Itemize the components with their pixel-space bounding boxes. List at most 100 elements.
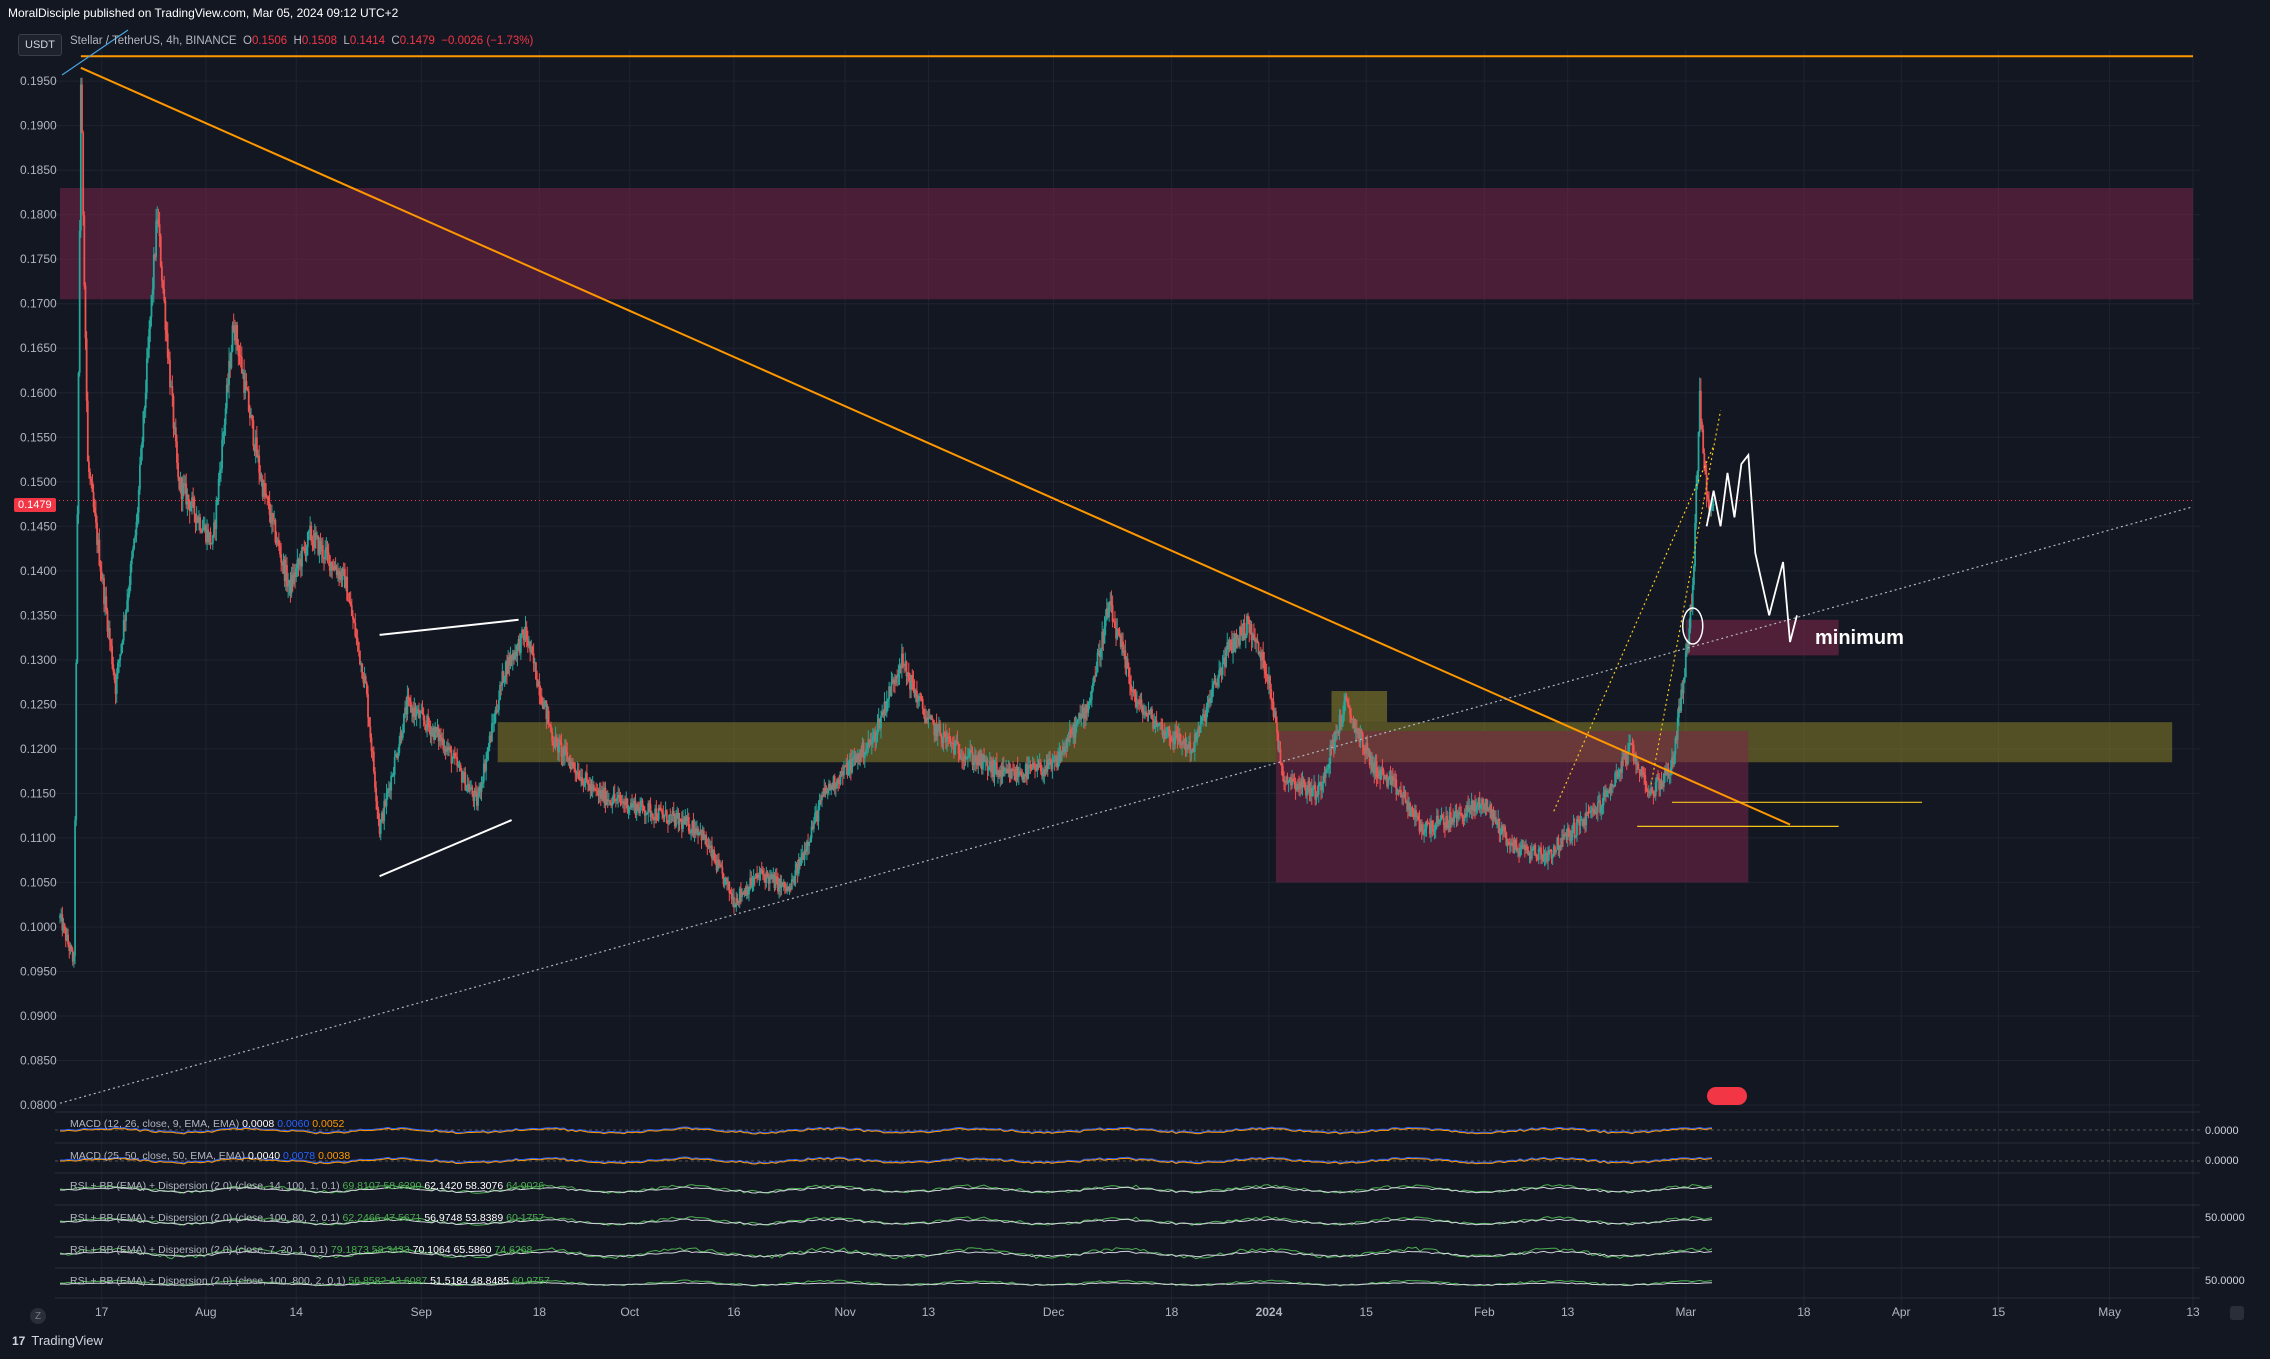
candle-body	[583, 782, 586, 786]
candle-body	[1296, 784, 1299, 786]
candle-body	[364, 676, 367, 684]
projection-path[interactable]	[1705, 452, 1798, 643]
indicator-label-macd-1[interactable]: MACD (12, 26, close, 9, EMA, EMA) 0.0008…	[70, 1118, 344, 1130]
candle-body	[1417, 815, 1420, 820]
publish-info: MoralDisciple published on TradingView.c…	[8, 6, 399, 20]
candle-body	[1504, 826, 1507, 833]
indicator-label-rsi-2[interactable]: RSI + BB (EMA) + Dispersion (2.0) (close…	[70, 1212, 544, 1224]
candle-body	[1694, 523, 1696, 567]
candle-body	[189, 506, 192, 511]
time-tick-label: Oct	[620, 1305, 639, 1319]
candle-body	[812, 823, 815, 829]
candle-body	[1394, 778, 1397, 780]
candle-body	[761, 871, 764, 875]
candle-body	[324, 549, 327, 559]
candle-body	[415, 711, 418, 716]
candle-body	[1577, 818, 1580, 821]
price-tick-label: 0.1950	[20, 74, 57, 88]
candle-body	[651, 813, 654, 819]
candle-body	[551, 731, 554, 741]
candle-body	[1574, 835, 1577, 838]
descending-trendline[interactable]	[80, 66, 1791, 826]
candle-body	[1349, 708, 1351, 716]
candle-body	[790, 879, 793, 890]
candle-body	[1032, 763, 1035, 765]
indicator-label-rsi-1[interactable]: RSI + BB (EMA) + Dispersion (2.0) (close…	[70, 1180, 544, 1192]
candle-body	[199, 517, 202, 531]
wedge-upper[interactable]	[379, 618, 519, 636]
candle-body	[1089, 699, 1092, 702]
settings-icon[interactable]	[2230, 1306, 2244, 1320]
indicator-label-macd-2[interactable]: MACD (25, 50, close, 50, EMA, EMA) 0.004…	[70, 1150, 350, 1162]
candle-body	[1042, 775, 1045, 777]
candle-body	[1076, 719, 1079, 722]
candle-body	[493, 722, 496, 724]
candle-body	[585, 772, 588, 780]
candle-body	[632, 803, 635, 808]
candle-body	[1514, 840, 1517, 846]
candle-body	[480, 783, 483, 793]
candle-body	[863, 754, 866, 759]
candle-body	[355, 636, 358, 638]
tradingview-brand: 17 TradingView	[12, 1333, 103, 1348]
candle-body	[379, 821, 382, 834]
candle-body	[808, 842, 811, 846]
candle-body	[421, 710, 424, 715]
candle-body	[1178, 733, 1181, 743]
candle-body	[555, 736, 558, 739]
candle-body	[627, 807, 630, 813]
candle-body	[1034, 764, 1036, 770]
events-flag-icon[interactable]	[1707, 1087, 1747, 1105]
candle-body	[217, 478, 220, 500]
candle-body	[1652, 792, 1655, 796]
candle-body	[422, 714, 425, 721]
candle-body	[641, 800, 644, 806]
candle-body	[809, 838, 812, 843]
candle-body	[1175, 730, 1178, 736]
timezone-icon[interactable]: Z	[30, 1308, 46, 1324]
symbol-legend: Stellar / TetherUS, 4h, BINANCE O0.1506 …	[70, 35, 533, 47]
candle-body	[162, 280, 164, 290]
candle-body	[1644, 775, 1647, 784]
candle-body	[1643, 772, 1646, 776]
candle-body	[377, 809, 380, 819]
indicator-label-rsi-3[interactable]: RSI + BB (EMA) + Dispersion (2.0) (close…	[70, 1244, 532, 1256]
ascending-support[interactable]	[59, 506, 2194, 1104]
candle-body	[885, 700, 888, 713]
candle-body	[619, 795, 622, 801]
candle-body	[1496, 824, 1498, 826]
candle-body	[987, 767, 990, 771]
candle-body	[1621, 757, 1624, 773]
currency-badge[interactable]: USDT	[18, 34, 62, 56]
candle-body	[393, 756, 396, 775]
candle-body	[1673, 754, 1676, 765]
candle-body	[698, 831, 701, 836]
candle-body	[922, 708, 925, 715]
candle-body	[406, 695, 409, 715]
time-tick-label: Dec	[1043, 1305, 1064, 1319]
annotation-minimum[interactable]: minimum	[1815, 627, 1904, 650]
candle-body	[1380, 768, 1383, 780]
candle-body	[135, 522, 138, 536]
candle-body	[334, 565, 337, 571]
candle-body	[1051, 762, 1054, 770]
candle-body	[539, 695, 542, 697]
candle-body	[1411, 807, 1414, 811]
candle-body	[728, 881, 731, 893]
candle-body	[628, 807, 631, 809]
indicator-label-rsi-4[interactable]: RSI + BB (EMA) + Dispersion (2.0) (close…	[70, 1275, 550, 1287]
candle-body	[1507, 842, 1510, 844]
candle-body	[139, 464, 141, 490]
candle-body	[1614, 773, 1617, 787]
time-tick-label: 13	[2186, 1305, 2200, 1319]
candle-body	[1317, 782, 1320, 795]
candle-body	[1075, 721, 1078, 725]
candle-body	[89, 472, 92, 479]
candle-body	[1287, 780, 1290, 783]
candle-body	[456, 757, 459, 767]
legend-low: 0.1414	[349, 35, 386, 47]
candle-body	[1262, 651, 1265, 660]
wedge-lower[interactable]	[379, 819, 513, 878]
candle-body	[1274, 711, 1277, 723]
tradingview-logo-icon: 17	[12, 1333, 26, 1348]
